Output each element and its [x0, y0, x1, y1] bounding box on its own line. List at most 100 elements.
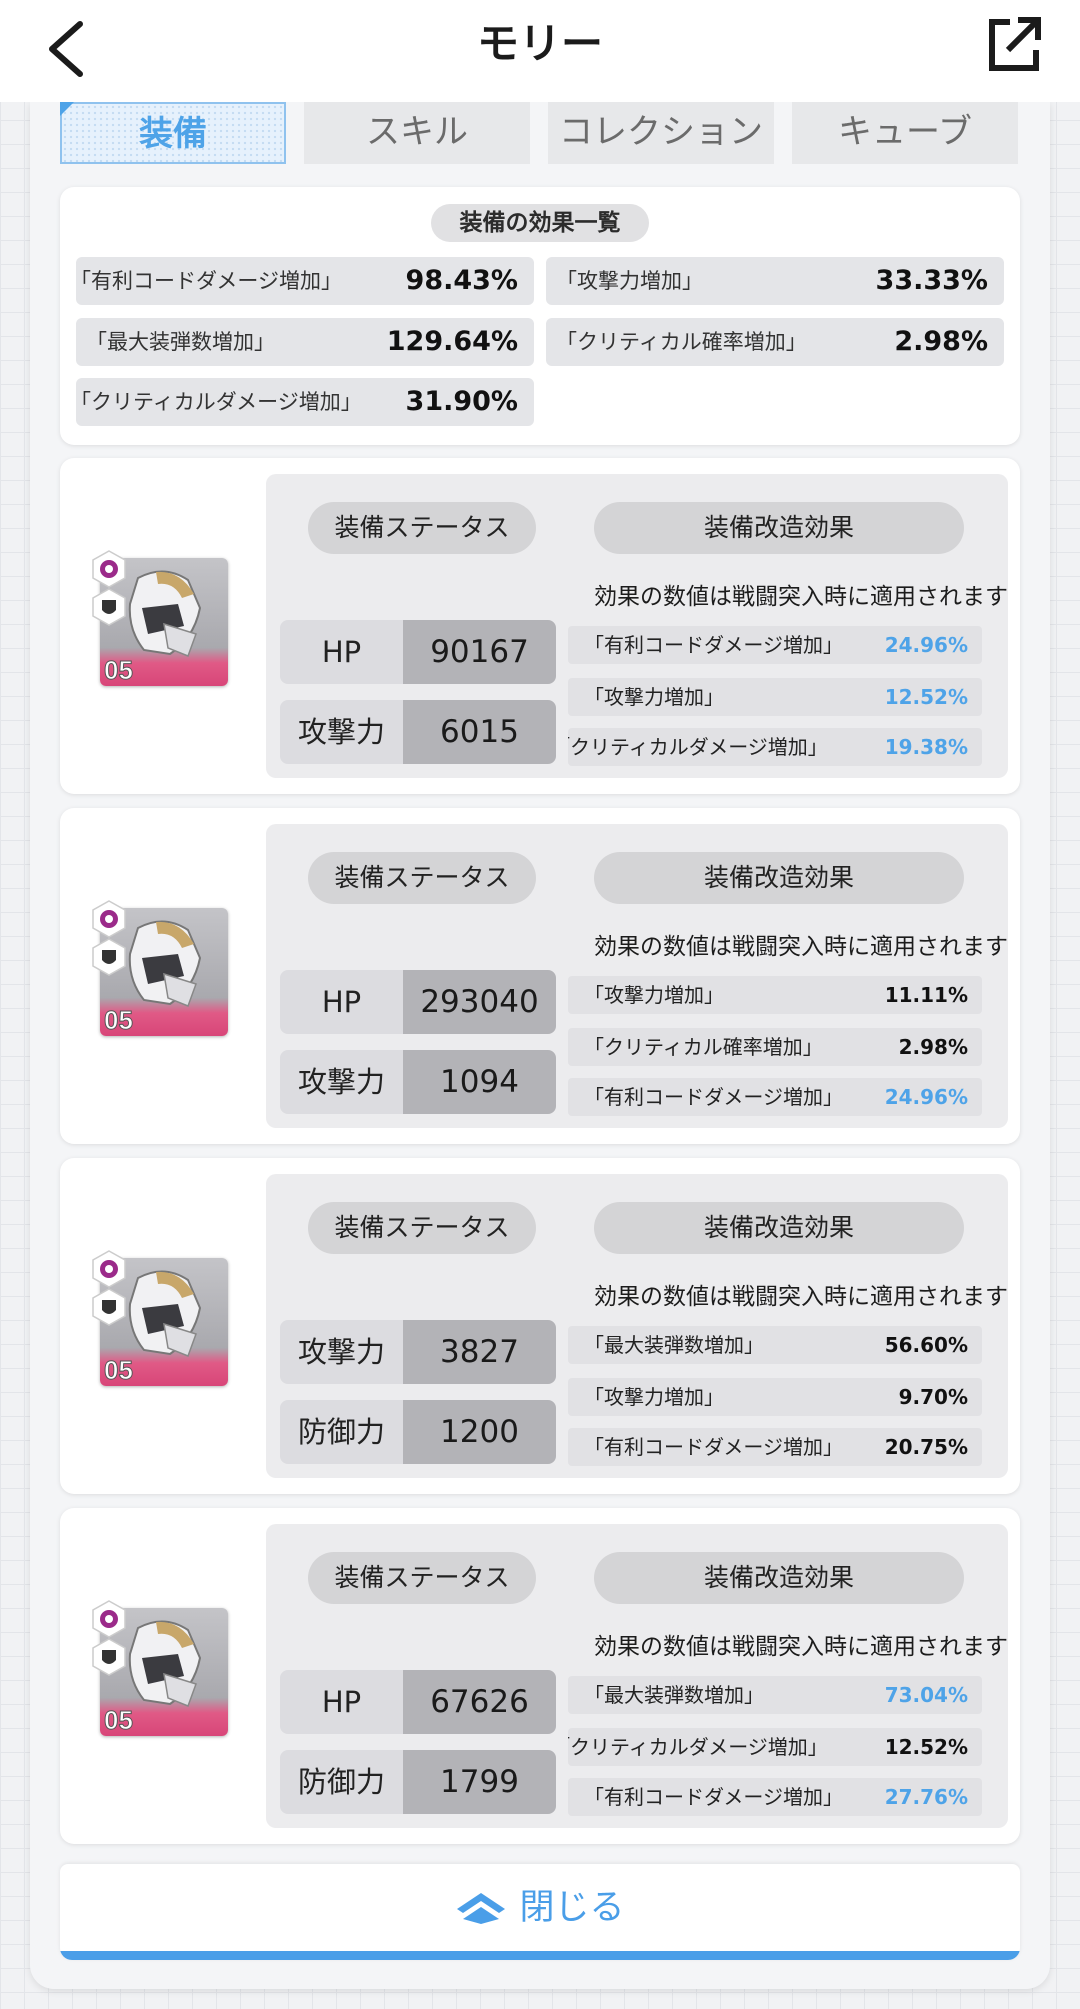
- modification-row: 「クリティカル確率増加」 2.98%: [568, 1028, 982, 1066]
- modification-row: 「クリティカルダメージ増加」 19.38%: [568, 728, 982, 766]
- modification-label: 「最大装弾数増加」: [584, 1333, 764, 1357]
- stat-label: 攻撃力: [280, 1320, 403, 1384]
- modification-note: 効果の数値は戦闘突入時に適用されます: [594, 934, 1008, 960]
- status-title: 装備ステータス: [308, 1202, 536, 1254]
- status-title: 装備ステータス: [308, 1552, 536, 1604]
- stat-value: 90167: [403, 620, 556, 684]
- stat-value: 1200: [403, 1400, 556, 1464]
- summary-row: 「攻撃力増加」 33.33%: [546, 257, 1004, 305]
- modification-row: 「有利コードダメージ増加」 20.75%: [568, 1428, 982, 1466]
- equipment-grade-icon: [92, 1600, 126, 1638]
- modification-label: 「攻撃力増加」: [584, 685, 724, 709]
- effect-summary-card: 装備の効果一覧 「有利コードダメージ増加」 98.43% 「攻撃力増加」 33.…: [60, 187, 1020, 445]
- stat-value: 293040: [403, 970, 556, 1034]
- modification-row: 「攻撃力増加」 11.11%: [568, 976, 982, 1014]
- modification-value: 24.96%: [884, 1085, 968, 1109]
- tab-bar: 装備 スキル コレクション キューブ: [60, 102, 1020, 166]
- stat-row: HP 293040: [280, 970, 556, 1034]
- equipment-detail: 装備ステータス 装備改造効果 HP 90167 攻撃力 6015 効果の数値は戦闘突入時に適…: [266, 474, 1008, 778]
- tab-cube[interactable]: キューブ: [792, 102, 1018, 164]
- equipment-card: 05 装備ステータス 装備改造効果 HP 67626 防御力 1799 効果の数値は戦闘突入時…: [60, 1508, 1020, 1844]
- equipment-type-icon: [92, 938, 126, 976]
- summary-label: 「クリティカル確率増加」: [556, 330, 807, 354]
- summary-label: 「攻撃力増加」: [556, 269, 703, 293]
- modification-row: 「有利コードダメージ増加」 24.96%: [568, 626, 982, 664]
- modification-row: 「攻撃力増加」 12.52%: [568, 678, 982, 716]
- equipment-level: 05: [104, 1355, 134, 1386]
- summary-value: 98.43%: [397, 257, 518, 305]
- summary-label: 「最大装弾数増加」: [86, 330, 275, 354]
- stat-label: 攻撃力: [280, 700, 403, 764]
- stat-row: 攻撃力 1094: [280, 1050, 556, 1114]
- stat-row: HP 67626: [280, 1670, 556, 1734]
- equipment-level: 05: [104, 1005, 134, 1036]
- modification-label: 「攻撃力増加」: [584, 983, 724, 1007]
- summary-value: 2.98%: [886, 318, 988, 366]
- modification-note: 効果の数値は戦闘突入時に適用されます: [594, 584, 1008, 610]
- equipment-detail: 装備ステータス 装備改造効果攻撃力 3827 防御力 1200 効果の数値は戦闘突入時に適…: [266, 1174, 1008, 1478]
- modification-label: 「攻撃力増加」: [584, 1385, 724, 1409]
- stat-row: 攻撃力 6015: [280, 700, 556, 764]
- modification-title: 装備改造効果: [594, 1552, 964, 1604]
- tab-skill[interactable]: スキル: [304, 102, 530, 164]
- modification-value: 27.76%: [884, 1785, 968, 1809]
- stat-value: 1799: [403, 1750, 556, 1814]
- modification-value: 9.70%: [898, 1385, 968, 1409]
- stat-label: 攻撃力: [280, 1050, 403, 1114]
- tab-equipment[interactable]: 装備: [60, 102, 286, 164]
- double-chevron-up-icon: [457, 1893, 506, 1924]
- summary-row: 「有利コードダメージ増加」 98.43%: [76, 257, 534, 305]
- modification-value: 20.75%: [884, 1435, 968, 1459]
- status-title: 装備ステータス: [308, 502, 536, 554]
- modification-value: 56.60%: [884, 1333, 968, 1357]
- summary-row: 「クリティカル確率増加」 2.98%: [546, 318, 1004, 366]
- modification-label: 「有利コードダメージ増加」: [584, 1085, 832, 1109]
- modification-label: 「有利コードダメージ増加」: [584, 1435, 832, 1459]
- modification-row: 「最大装弾数増加」 56.60%: [568, 1326, 982, 1364]
- page-title: モリー: [476, 19, 603, 68]
- close-button[interactable]: 閉じる: [60, 1864, 1020, 1960]
- summary-value: 129.64%: [378, 318, 518, 366]
- equipment-detail: 装備ステータス 装備改造効果 HP 293040 攻撃力 1094 効果の数値は戦闘突入時に…: [266, 824, 1008, 1128]
- modification-row: 「有利コードダメージ増加」 24.96%: [568, 1078, 982, 1116]
- equipment-type-icon: [92, 588, 126, 626]
- stat-row: 防御力 1200: [280, 1400, 556, 1464]
- modification-label: 「クリティカル確率増加」: [584, 1035, 823, 1059]
- modification-row: 「クリティカルダメージ増加」 12.52%: [568, 1728, 982, 1766]
- equipment-card: 05 装備ステータス 装備改造効果 HP 90167 攻撃力 6015 効果の数値は戦闘突入時…: [60, 458, 1020, 794]
- external-link-icon: [989, 17, 1041, 71]
- modification-label: 「最大装弾数増加」: [584, 1683, 764, 1707]
- modification-value: 11.11%: [884, 983, 968, 1007]
- modification-row: 「有利コードダメージ増加」 27.76%: [568, 1778, 982, 1816]
- stat-value: 3827: [403, 1320, 556, 1384]
- character-detail-panel: 装備 スキル コレクション キューブ 装備の効果一覧 「有利コードダメージ増加」…: [30, 102, 1050, 1989]
- equipment-grade-icon: [92, 550, 126, 588]
- summary-label: 「有利コードダメージ増加」: [76, 269, 342, 293]
- stat-value: 6015: [403, 700, 556, 764]
- equipment-grade-icon: [92, 900, 126, 938]
- tab-collection[interactable]: コレクション: [548, 102, 774, 164]
- modification-value: 24.96%: [884, 633, 968, 657]
- modification-title: 装備改造効果: [594, 1202, 964, 1254]
- modification-title: 装備改造効果: [594, 852, 964, 904]
- stat-value: 67626: [403, 1670, 556, 1734]
- modification-row: 「攻撃力増加」 9.70%: [568, 1378, 982, 1416]
- summary-title: 装備の効果一覧: [431, 204, 649, 242]
- stat-row: 防御力 1799: [280, 1750, 556, 1814]
- stat-label: HP: [280, 970, 403, 1034]
- modification-note: 効果の数値は戦闘突入時に適用されます: [594, 1284, 1008, 1310]
- summary-row: 「最大装弾数増加」 129.64%: [76, 318, 534, 366]
- modification-label: 「有利コードダメージ増加」: [584, 633, 832, 657]
- summary-value: 33.33%: [867, 257, 988, 305]
- modification-note: 効果の数値は戦闘突入時に適用されます: [594, 1634, 1008, 1660]
- status-title: 装備ステータス: [308, 852, 536, 904]
- modification-label: 「クリティカルダメージ増加」: [568, 1735, 828, 1759]
- modification-value: 12.52%: [884, 685, 968, 709]
- stat-row: 攻撃力 3827: [280, 1320, 556, 1384]
- equipment-level: 05: [104, 1705, 134, 1736]
- share-button[interactable]: [984, 14, 1044, 76]
- modification-title: 装備改造効果: [594, 502, 964, 554]
- modification-value: 12.52%: [884, 1735, 968, 1759]
- stat-row: HP 90167: [280, 620, 556, 684]
- equipment-card: 05 装備ステータス 装備改造効果攻撃力 3827 防御力 1200 効果の数値は戦闘突入時…: [60, 1158, 1020, 1494]
